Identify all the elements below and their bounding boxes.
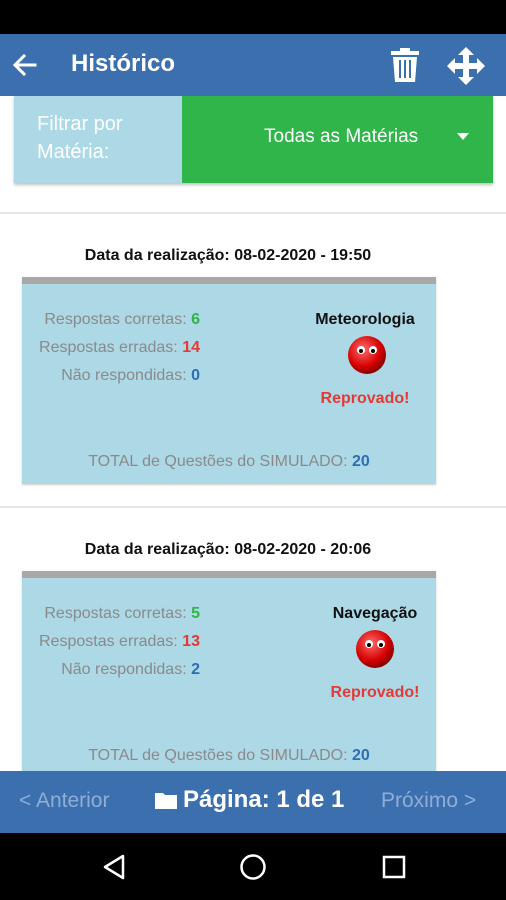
wrong-count: 13 [182, 633, 200, 650]
unanswered-stat: Não respondidas: 2 [61, 661, 200, 678]
pagination-bar: < Anterior Página: 1 de 1 Próximo > [0, 771, 506, 833]
sad-face-icon [355, 629, 395, 669]
total-questions: TOTAL de Questões do SIMULADO: 20 [88, 453, 370, 470]
subject-select[interactable]: Todas as Matérias [182, 96, 493, 183]
arrow-left-icon[interactable] [6, 47, 42, 83]
next-page-button[interactable]: Próximo > [381, 789, 476, 813]
record-subject: Meteorologia [315, 311, 415, 328]
divider [0, 212, 506, 214]
wrong-stat: Respostas erradas: 14 [39, 339, 200, 356]
record-result: Reprovado! [330, 684, 420, 701]
divider [0, 506, 506, 508]
subject-filter: Filtrar por Matéria: Todas as Matérias [14, 96, 493, 183]
page-indicator-label: Página: 1 de 1 [183, 786, 345, 813]
move-arrows-icon[interactable] [444, 45, 488, 87]
total-count: 20 [352, 747, 370, 764]
app-bar: Histórico [0, 34, 506, 96]
caret-down-icon [457, 133, 469, 140]
nav-back-icon[interactable] [94, 847, 134, 887]
correct-count: 5 [191, 605, 200, 622]
total-count: 20 [352, 453, 370, 470]
sad-face-icon [347, 335, 387, 375]
record-card[interactable]: Respostas corretas: 6 Respostas erradas:… [22, 277, 436, 484]
record-date: Data da realização: 08-02-2020 - 20:06 [84, 541, 372, 558]
wrong-count: 14 [182, 339, 200, 356]
trash-icon[interactable] [386, 45, 424, 85]
record-subject: Navegação [332, 605, 418, 622]
record-card[interactable]: Respostas corretas: 5 Respostas erradas:… [22, 571, 436, 771]
total-questions: TOTAL de Questões do SIMULADO: 20 [88, 747, 370, 764]
correct-stat: Respostas corretas: 5 [44, 605, 200, 622]
page-indicator: Página: 1 de 1 [155, 786, 344, 814]
prev-page-button[interactable]: < Anterior [19, 789, 109, 813]
record-result: Reprovado! [320, 390, 410, 407]
folder-icon [155, 793, 177, 809]
filter-label: Filtrar por Matéria: [14, 96, 182, 183]
record-date: Data da realização: 08-02-2020 - 19:50 [84, 247, 372, 264]
nav-recents-icon[interactable] [374, 847, 414, 887]
unanswered-count: 0 [191, 367, 200, 384]
unanswered-stat: Não respondidas: 0 [61, 367, 200, 384]
wrong-stat: Respostas erradas: 13 [39, 633, 200, 650]
system-nav-bar [0, 833, 506, 900]
correct-stat: Respostas corretas: 6 [44, 311, 200, 328]
correct-count: 6 [191, 311, 200, 328]
page-title: Histórico [71, 50, 176, 77]
unanswered-count: 2 [191, 661, 200, 678]
nav-home-icon[interactable] [233, 847, 273, 887]
subject-select-value: Todas as Matérias [264, 126, 419, 147]
status-bar [0, 0, 506, 34]
